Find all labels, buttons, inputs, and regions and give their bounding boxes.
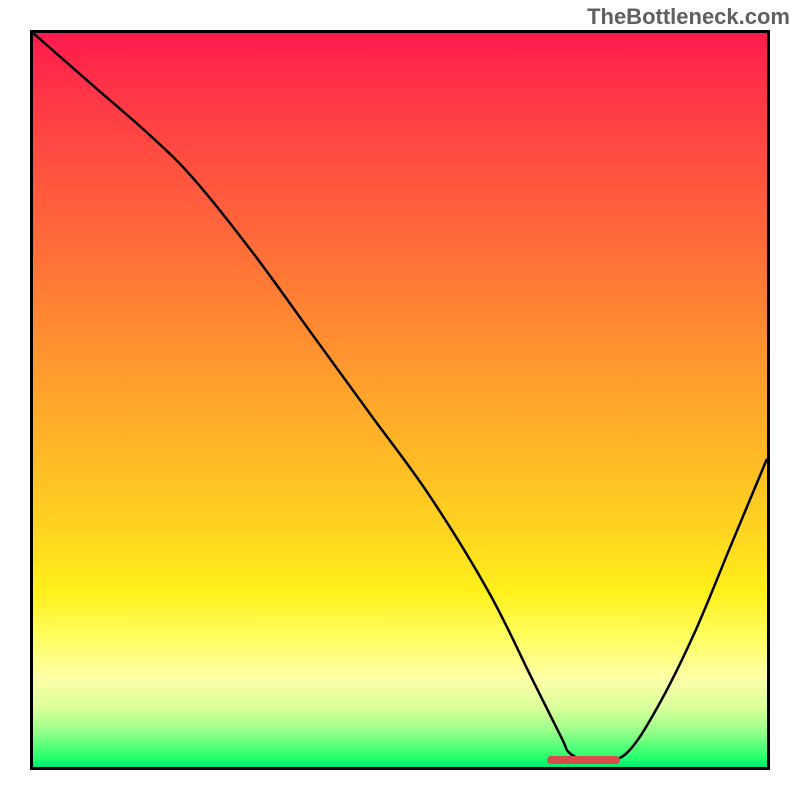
curve-svg (33, 33, 767, 767)
plot-area (30, 30, 770, 770)
optimal-range-marker (547, 756, 620, 764)
bottleneck-curve (33, 33, 767, 761)
watermark-label: TheBottleneck.com (587, 4, 790, 30)
